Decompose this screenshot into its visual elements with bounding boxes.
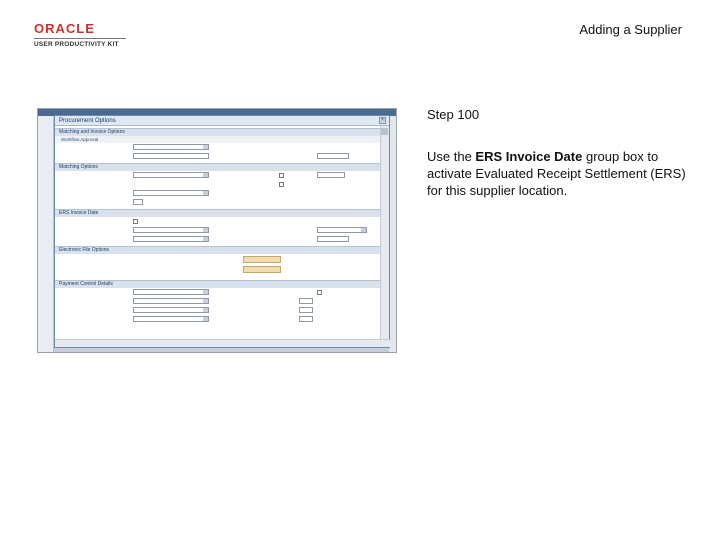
application-screenshot: Procurement Options × Matching and Invoi… (37, 108, 397, 353)
section-payment-control[interactable]: Payment Control Details (55, 280, 381, 288)
close-icon[interactable]: × (379, 117, 386, 124)
slide-title: Adding a Supplier (579, 22, 682, 37)
section-matching-options[interactable]: Matching Options (55, 163, 381, 171)
form-row (55, 288, 381, 297)
action-button[interactable] (243, 256, 281, 263)
form-row (55, 306, 381, 315)
text-field[interactable] (133, 199, 143, 205)
checkbox[interactable] (317, 290, 322, 295)
form-row (55, 171, 381, 180)
select-field[interactable] (133, 172, 209, 178)
text-field[interactable] (299, 298, 313, 304)
form-row (55, 254, 381, 278)
step-number: Step 100 (427, 107, 480, 122)
text-field[interactable] (317, 153, 349, 159)
scroll-thumb[interactable] (381, 128, 388, 135)
dialog-title: Procurement Options (59, 118, 116, 124)
checkbox[interactable] (279, 182, 284, 187)
text-field[interactable] (317, 172, 345, 178)
checkbox[interactable] (133, 219, 138, 224)
form-row (55, 198, 381, 207)
upk-product-name: USER PRODUCTIVITY KIT (34, 41, 119, 48)
subsection-workflow: Workflow Approval (55, 136, 381, 143)
text-field[interactable] (299, 307, 313, 313)
dialog-body: Matching and Invoice Options Workflow Ap… (55, 126, 381, 340)
form-row (55, 152, 381, 161)
form-row (55, 217, 381, 226)
text-field[interactable] (317, 236, 349, 242)
select-field[interactable] (133, 227, 209, 233)
form-row (55, 189, 381, 198)
section-ers-invoice-date[interactable]: ERS Invoice Date (55, 209, 381, 217)
select-field[interactable] (133, 298, 209, 304)
select-field[interactable] (317, 227, 367, 233)
vertical-scrollbar[interactable] (380, 126, 389, 340)
select-field[interactable] (133, 289, 209, 295)
text-field[interactable] (299, 316, 313, 322)
dialog-title-bar: Procurement Options × (55, 116, 389, 126)
text-field[interactable] (133, 153, 209, 159)
background-page-left (38, 116, 54, 352)
section-electronic-file-options[interactable]: Electronic File Options (55, 246, 381, 254)
form-row (55, 315, 381, 324)
instruction-emphasis: ERS Invoice Date (475, 149, 583, 164)
oracle-upk-logo: ORACLE USER PRODUCTIVITY KIT (34, 22, 126, 48)
form-row (55, 226, 381, 235)
logo-divider (34, 38, 126, 39)
section-matching[interactable]: Matching and Invoice Options (55, 128, 381, 136)
horizontal-scrollbar[interactable] (55, 339, 391, 347)
action-button[interactable] (243, 266, 281, 273)
background-page-right (389, 116, 396, 352)
form-row (55, 180, 381, 189)
step-instruction: Use the ERS Invoice Date group box to ac… (427, 148, 697, 199)
form-row (55, 235, 381, 244)
select-field[interactable] (133, 316, 209, 322)
select-field[interactable] (133, 236, 209, 242)
select-field[interactable] (133, 307, 209, 313)
form-row (55, 143, 381, 152)
select-field[interactable] (133, 144, 209, 150)
oracle-wordmark: ORACLE (34, 21, 95, 36)
checkbox[interactable] (279, 173, 284, 178)
instruction-text: Use the (427, 149, 476, 164)
form-row (55, 297, 381, 306)
select-field[interactable] (133, 190, 209, 196)
procurement-options-dialog: Procurement Options × Matching and Invoi… (54, 115, 391, 348)
